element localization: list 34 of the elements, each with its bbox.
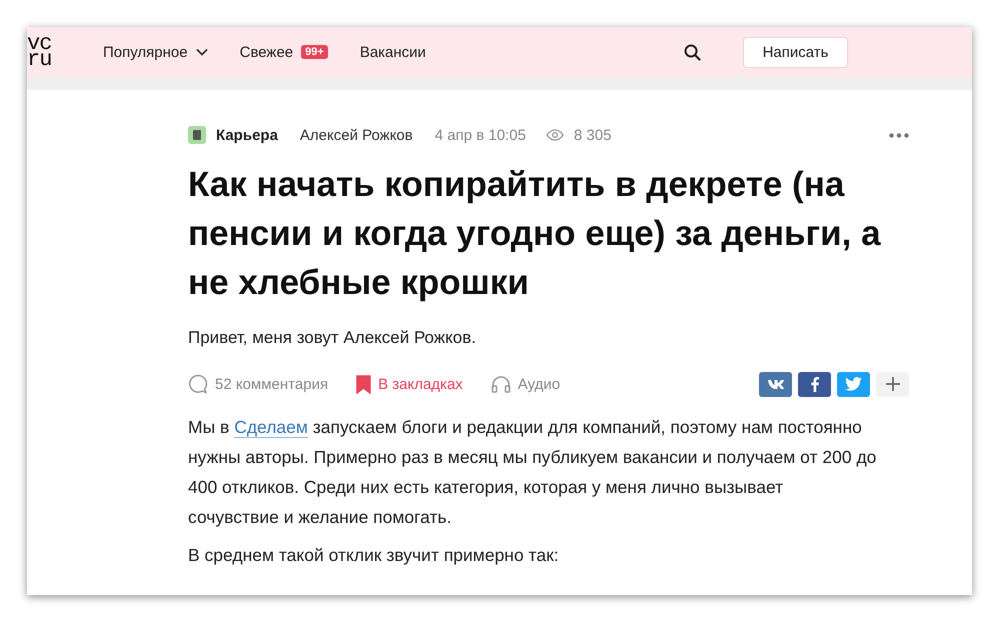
bookmark-link[interactable]: В закладках xyxy=(356,374,463,394)
comments-link[interactable]: 52 комментария xyxy=(188,374,328,394)
body-paragraph: В среднем такой отклик звучит примерно так: xyxy=(188,544,560,567)
share-button[interactable] xyxy=(837,372,870,396)
category-icon xyxy=(188,126,206,144)
company-link[interactable]: Сделаем xyxy=(234,417,308,438)
post-date: 4 апр в 10:05 xyxy=(434,126,526,144)
headphones-icon xyxy=(490,375,511,393)
chevron-down-icon xyxy=(196,48,208,56)
body-paragraph: Мы в Сделаем запускаем блоги и редакции для компаний, поэтому нам постоянно нужны авторы. Примерно раз в месяц мы публикуем вакансии и получаем от 200 до 400 откликов. Среди них есть категория, которая у меня лично вызывает сочувствие и желание помогать. xyxy=(188,416,878,529)
site-logo[interactable]: vc ru xyxy=(27,36,103,68)
article-title: Как начать копирайтить в декрете (на пенсии и когда угодно еще) за деньги, а не хлебные крошки xyxy=(188,164,882,304)
author-link[interactable]: Алексей Рожков xyxy=(300,126,413,144)
eye-icon xyxy=(546,129,564,141)
more-share-button[interactable] xyxy=(876,372,909,396)
lead-text: Привет, меня зовут Алексей Рожков. xyxy=(188,328,478,348)
vk-logo-icon xyxy=(766,378,784,390)
bird-icon xyxy=(845,377,862,391)
write-button[interactable]: Написать xyxy=(743,36,848,68)
share-button[interactable] xyxy=(798,372,831,396)
search-icon[interactable] xyxy=(684,44,701,60)
nav-link[interactable]: Свежее 99+ xyxy=(240,44,328,60)
plus-icon xyxy=(886,377,900,391)
share-button[interactable] xyxy=(759,372,792,396)
count-badge: 99+ xyxy=(301,45,328,59)
category-link[interactable]: Карьера xyxy=(216,126,278,144)
view-count: 8 305 xyxy=(574,126,612,144)
speech-bubble-icon xyxy=(188,374,208,394)
bookmark-icon xyxy=(356,374,372,394)
facebook-logo-icon xyxy=(810,376,818,392)
more-options-icon[interactable] xyxy=(889,132,909,138)
audio-link[interactable]: Аудио xyxy=(490,375,560,393)
nav-link[interactable]: Вакансии xyxy=(360,44,426,60)
nav-link[interactable]: Популярное xyxy=(103,44,208,60)
